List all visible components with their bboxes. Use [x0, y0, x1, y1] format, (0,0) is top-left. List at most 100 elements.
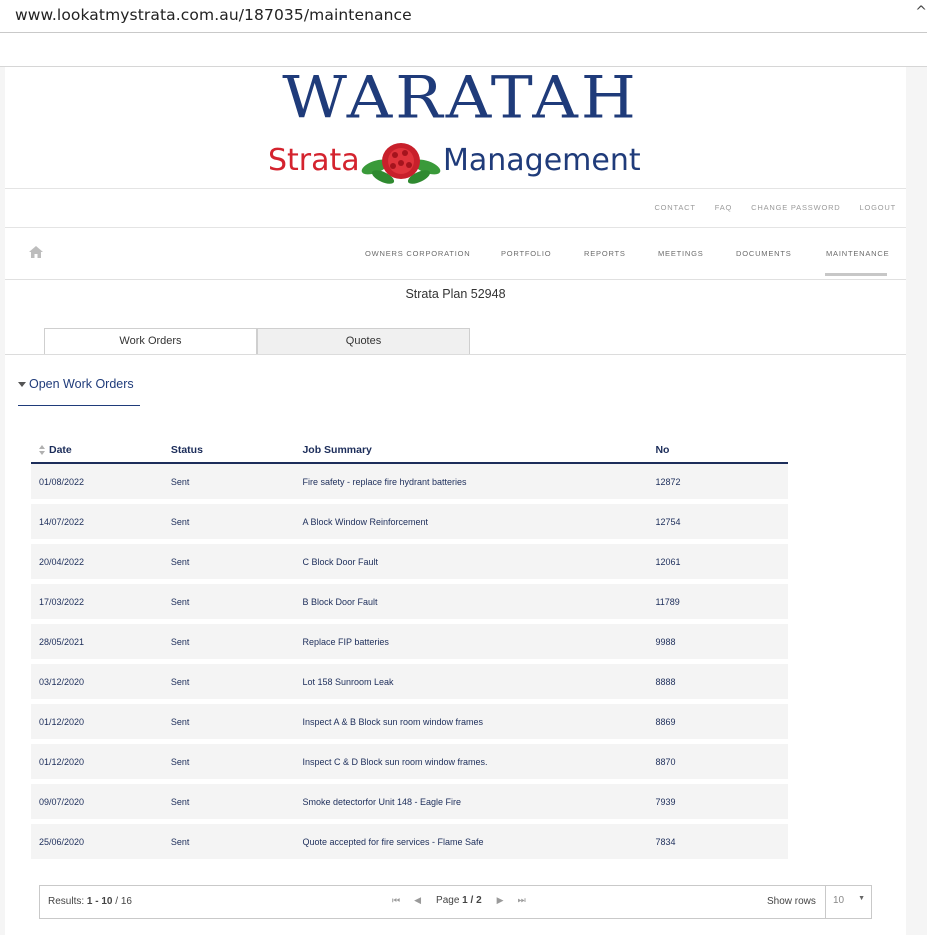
cell-job-summary: Smoke detectorfor Unit 148 - Eagle Fire: [302, 784, 656, 819]
logo-strata: Strata: [268, 143, 360, 178]
dropdown-arrow-icon: ▼: [858, 895, 865, 902]
cell-status: Sent: [170, 584, 303, 619]
rows-per-page-value: 10: [833, 895, 845, 906]
table-row[interactable]: 09/07/2020 Sent Smoke detectorfor Unit 148…: [31, 784, 788, 819]
cell-job-summary: B Block Door Fault: [302, 584, 656, 619]
section-title: Open Work Orders: [29, 377, 134, 391]
cell-status: Sent: [170, 704, 303, 739]
nav-documents[interactable]: DOCUMENTS: [736, 249, 792, 258]
column-header-job-summary[interactable]: Job Summary: [302, 438, 656, 464]
table-row[interactable]: 25/06/2020 Sent Quote accepted for fire se…: [31, 824, 788, 859]
results-summary: Results: 1 - 10 / 16: [48, 896, 132, 907]
table-row[interactable]: 01/08/2022 Sent Fire safety - replace fire…: [31, 463, 788, 499]
pagination-bar: Results: 1 - 10 / 16 ⏮ ◀ Page 1 / 2 ▶ ⏭ …: [39, 885, 872, 919]
page-label: Page: [436, 895, 460, 906]
first-page-icon[interactable]: ⏮: [392, 895, 400, 906]
show-rows-label: Show rows: [767, 896, 816, 907]
cell-status: Sent: [170, 664, 303, 699]
prev-page-icon[interactable]: ◀: [414, 895, 421, 906]
tab-work-orders[interactable]: Work Orders: [44, 328, 257, 355]
cell-job-summary: Inspect A & B Block sun room window fram…: [302, 704, 656, 739]
main-nav: OWNERS CORPORATION PORTFOLIO REPORTS MEE…: [5, 227, 906, 280]
sort-icon[interactable]: [39, 445, 45, 456]
cell-no: 12754: [655, 504, 788, 539]
work-orders-table: Date Status Job Summary No 01/08/2022 Sen…: [31, 438, 788, 859]
cell-date: 01/12/2020: [31, 744, 171, 779]
cell-status: Sent: [170, 544, 303, 579]
cell-date: 03/12/2020: [31, 664, 171, 699]
nav-active-indicator: [825, 273, 887, 276]
table-row[interactable]: 28/05/2021 Sent Replace FIP batteries 9988: [31, 624, 788, 659]
table-header-row: Date Status Job Summary No: [31, 438, 788, 464]
cell-date: 09/07/2020: [31, 784, 171, 819]
browser-address-bar[interactable]: www.lookatmystrata.com.au/187035/mainten…: [0, 0, 927, 33]
contact-link[interactable]: CONTACT: [654, 203, 695, 212]
cell-job-summary: Inspect C & D Block sun room window fram…: [302, 744, 656, 779]
caret-down-icon: [18, 382, 26, 387]
cell-no: 7834: [655, 824, 788, 859]
open-work-orders-toggle[interactable]: Open Work Orders: [18, 377, 140, 406]
cell-status: Sent: [170, 824, 303, 859]
column-header-no[interactable]: No: [655, 438, 788, 464]
table-row[interactable]: 20/04/2022 Sent C Block Door Fault 12061: [31, 544, 788, 579]
cell-no: 8888: [655, 664, 788, 699]
nav-reports[interactable]: REPORTS: [584, 249, 626, 258]
table-row[interactable]: 14/07/2022 Sent A Block Window Reinforceme…: [31, 504, 788, 539]
cell-job-summary: A Block Window Reinforcement: [302, 504, 656, 539]
logo-title: WARATAH: [282, 63, 639, 132]
table-row[interactable]: 03/12/2020 Sent Lot 158 Sunroom Leak 8888: [31, 664, 788, 699]
utility-nav: CONTACT FAQ CHANGE PASSWORD LOGOUT: [5, 188, 906, 228]
cell-no: 8870: [655, 744, 788, 779]
cell-no: 8869: [655, 704, 788, 739]
cell-status: Sent: [170, 624, 303, 659]
table-row[interactable]: 01/12/2020 Sent Inspect A & B Block sun ro…: [31, 704, 788, 739]
cell-no: 12872: [655, 463, 788, 499]
nav-portfolio[interactable]: PORTFOLIO: [501, 249, 551, 258]
address-bar-corner-glyph: ^: [915, 4, 927, 20]
cell-job-summary: Lot 158 Sunroom Leak: [302, 664, 656, 699]
cell-date: 01/12/2020: [31, 704, 171, 739]
cell-date: 01/08/2022: [31, 463, 171, 499]
page-background: WARATAH Strata Management CONTACT FAQ CH…: [0, 63, 927, 935]
url-text[interactable]: www.lookatmystrata.com.au/187035/mainten…: [15, 6, 412, 24]
cell-no: 7939: [655, 784, 788, 819]
cell-status: Sent: [170, 744, 303, 779]
cell-date: 17/03/2022: [31, 584, 171, 619]
page-navigation: ⏮ ◀ Page 1 / 2 ▶ ⏭: [385, 895, 533, 906]
toolbar-strip: [0, 33, 927, 67]
plan-title: Strata Plan 52948: [405, 287, 506, 301]
cell-status: Sent: [170, 504, 303, 539]
cell-no: 9988: [655, 624, 788, 659]
tab-quotes[interactable]: Quotes: [257, 328, 470, 355]
change-password-link[interactable]: CHANGE PASSWORD: [751, 203, 840, 212]
tab-divider: [5, 354, 906, 355]
table-row[interactable]: 17/03/2022 Sent B Block Door Fault 11789: [31, 584, 788, 619]
header-label-date: Date: [49, 444, 72, 456]
cell-date: 20/04/2022: [31, 544, 171, 579]
cell-date: 28/05/2021: [31, 624, 171, 659]
waratah-flower-icon: [361, 143, 441, 184]
waratah-logo[interactable]: WARATAH Strata Management: [268, 63, 653, 188]
nav-maintenance[interactable]: MAINTENANCE: [826, 249, 889, 258]
nav-owners-corporation[interactable]: OWNERS CORPORATION: [365, 249, 471, 258]
table-row[interactable]: 01/12/2020 Sent Inspect C & D Block sun ro…: [31, 744, 788, 779]
last-page-icon[interactable]: ⏭: [518, 895, 526, 906]
column-header-date[interactable]: Date: [31, 438, 171, 464]
rows-per-page-select[interactable]: 10 ▼: [825, 886, 872, 918]
home-icon[interactable]: [29, 246, 43, 258]
faq-link[interactable]: FAQ: [715, 203, 732, 212]
next-page-icon[interactable]: ▶: [497, 895, 504, 906]
logo-management: Management: [443, 143, 641, 178]
nav-meetings[interactable]: MEETINGS: [658, 249, 704, 258]
cell-date: 25/06/2020: [31, 824, 171, 859]
page-indicator: Page 1 / 2: [436, 895, 482, 906]
logout-link[interactable]: LOGOUT: [860, 203, 896, 212]
results-range: 1 - 10: [86, 896, 113, 907]
column-header-status[interactable]: Status: [170, 438, 303, 464]
cell-job-summary: C Block Door Fault: [302, 544, 656, 579]
page-value: 1 / 2: [462, 895, 482, 906]
cell-no: 11789: [655, 584, 788, 619]
cell-job-summary: Fire safety - replace fire hydrant batte…: [302, 463, 656, 499]
cell-date: 14/07/2022: [31, 504, 171, 539]
cell-no: 12061: [655, 544, 788, 579]
